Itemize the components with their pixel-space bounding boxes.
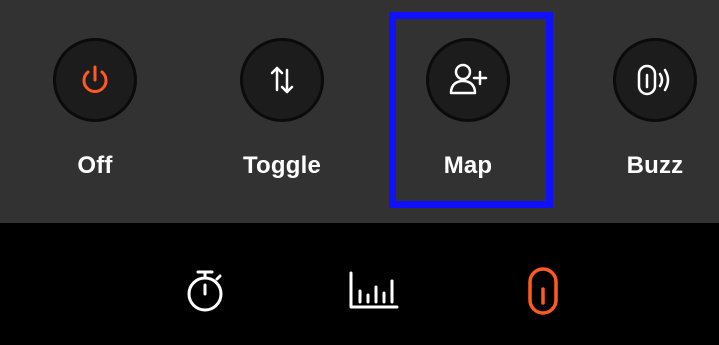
off-label: Off [77, 152, 113, 179]
stopwatch-icon [187, 270, 223, 312]
map-button[interactable] [426, 38, 510, 122]
toggle-label: Toggle [242, 152, 322, 179]
map-label: Map [443, 152, 493, 179]
buzz-icon [637, 64, 670, 96]
toggle-arrows-icon [270, 66, 294, 94]
buzz-label: Buzz [626, 152, 684, 179]
off-button[interactable] [53, 38, 137, 122]
toggle-action[interactable]: Toggle [227, 38, 337, 188]
buzz-action[interactable]: Buzz [600, 38, 710, 188]
quick-actions-panel: Off Toggle Map Buzz [0, 0, 719, 223]
toggle-button[interactable] [240, 38, 324, 122]
power-icon [82, 65, 108, 93]
tab-timer[interactable] [175, 261, 235, 321]
tab-stats[interactable] [343, 261, 403, 321]
add-user-icon [449, 63, 488, 95]
tab-device[interactable] [513, 261, 573, 321]
map-action[interactable]: Map [413, 38, 523, 188]
bar-chart-icon [349, 271, 399, 309]
tab-bar [0, 223, 719, 345]
buzz-button[interactable] [613, 38, 697, 122]
off-action[interactable]: Off [40, 38, 150, 188]
device-icon [528, 267, 558, 315]
